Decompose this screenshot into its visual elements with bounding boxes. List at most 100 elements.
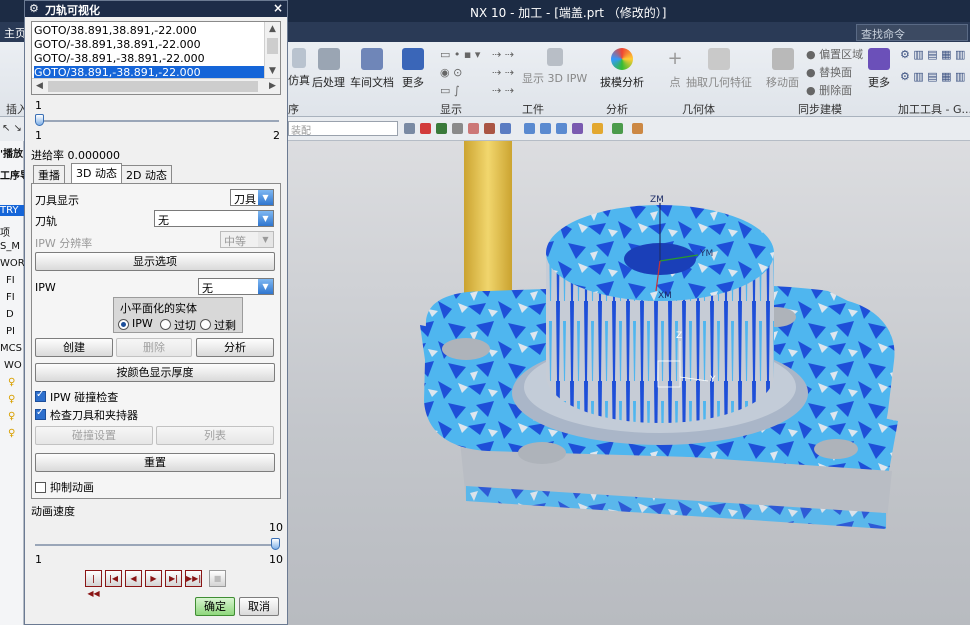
nav-item[interactable]: 项 — [0, 224, 24, 239]
select-icon[interactable] — [436, 123, 447, 134]
show-3d-ipw-button[interactable]: 显示 3D IPW — [522, 48, 587, 86]
extract-geometry-button[interactable]: 抽取几何特征 — [686, 48, 752, 90]
close-icon[interactable]: × — [272, 1, 284, 15]
operation-icon[interactable]: ♀ — [0, 377, 24, 388]
tab-3d-dynamic[interactable]: 3D 动态 — [71, 163, 122, 184]
nav-item[interactable]: FI — [0, 292, 24, 303]
step-forward-icon[interactable]: ▶| — [165, 570, 182, 587]
render-icon[interactable] — [572, 123, 583, 134]
play-reverse-icon[interactable]: ◀ — [125, 570, 142, 587]
display-options-button[interactable]: 显示选项 — [35, 252, 275, 271]
display-small-icons-2[interactable]: ◉ ⊙ — [440, 66, 462, 79]
assembly-filter-dropdown[interactable]: 装配 — [288, 121, 398, 137]
stop-icon[interactable]: ■ — [209, 570, 226, 587]
nav-item[interactable]: WOR — [0, 258, 24, 269]
step-back-icon[interactable]: |◀ — [105, 570, 122, 587]
view-icon-3[interactable] — [556, 123, 567, 134]
analyze-button[interactable]: 分析 — [196, 338, 274, 357]
radio-excess[interactable] — [200, 319, 211, 330]
operation-icon[interactable]: ♀ — [0, 394, 24, 405]
ipw-resolution-dropdown[interactable]: 中等 ▼ — [220, 231, 274, 248]
tab-replay[interactable]: 重播 — [33, 165, 65, 183]
view-icon[interactable] — [524, 123, 535, 134]
nav-item-mcs[interactable]: MCS — [0, 343, 24, 354]
animation-speed-thumb[interactable] — [271, 538, 280, 550]
reset-button[interactable]: 重置 — [35, 453, 275, 472]
nav-item[interactable]: D — [0, 309, 24, 320]
operation-icon[interactable]: ♀ — [0, 428, 24, 439]
list-item[interactable]: GOTO/-38.891,-38.891,-22.000 — [34, 52, 266, 66]
display-small-icons-3[interactable]: ▭ ∫ — [440, 84, 460, 97]
point-button[interactable]: + 点 — [664, 48, 686, 90]
layer-icon[interactable] — [592, 123, 603, 134]
list-item[interactable]: GOTO/-38.891,38.891,-22.000 — [34, 38, 266, 52]
more-button-2[interactable]: 更多 — [868, 48, 890, 90]
position-slider-track[interactable] — [35, 120, 279, 122]
draft-analysis-button[interactable]: 拔模分析 — [600, 48, 644, 90]
ipw-collision-check-checkbox[interactable] — [35, 389, 46, 402]
check-tool-holder-checkbox[interactable] — [35, 407, 46, 420]
tool-display-dropdown[interactable]: 刀具 ▼ — [230, 189, 274, 206]
tab-home[interactable]: 主页 — [4, 25, 26, 41]
machining-tool-icons[interactable]: ⚙ ▥ ▤ ▦ ▥ — [900, 48, 965, 61]
cancel-button[interactable]: 取消 — [239, 597, 279, 616]
color-by-thickness-button[interactable]: 按颜色显示厚度 — [35, 363, 275, 382]
body-icon[interactable] — [500, 123, 511, 134]
postprocess-button[interactable]: 后处理 — [312, 48, 345, 90]
gear-icon[interactable]: ⚙ — [29, 2, 39, 15]
suppress-animation-checkbox[interactable] — [35, 482, 46, 493]
replace-face-button[interactable]: ● 替换面 — [806, 64, 852, 80]
scroll-thumb[interactable] — [267, 38, 278, 54]
shop-doc-button[interactable]: 车间文档 — [350, 48, 394, 90]
ipw-dropdown[interactable]: 无 ▼ — [198, 278, 274, 295]
delete-button[interactable]: 删除 — [116, 338, 192, 357]
fast-forward-to-end-icon[interactable]: ▶▶| — [185, 570, 202, 587]
scroll-thumb-h[interactable] — [48, 81, 258, 92]
vertical-scrollbar[interactable]: ▲ ▼ — [264, 22, 280, 80]
machining-tool-icons-2[interactable]: ⚙ ▥ ▤ ▦ ▥ — [900, 70, 965, 83]
radio-gouge[interactable] — [160, 319, 171, 330]
scroll-down-icon[interactable]: ▼ — [265, 64, 280, 79]
face-icon[interactable] — [484, 123, 495, 134]
nav-item[interactable]: FI — [0, 275, 24, 286]
nav-item[interactable]: S_M — [0, 241, 24, 252]
nav-item-geometry[interactable]: TRY — [0, 205, 24, 216]
ok-button[interactable]: 确定 — [195, 597, 235, 616]
workpiece-small-icons[interactable]: ⇢ ⇢ — [492, 48, 514, 61]
filter-icon[interactable] — [404, 123, 415, 134]
radio-ipw[interactable] — [118, 319, 129, 330]
list-button[interactable]: 列表 — [156, 426, 274, 445]
position-slider-thumb[interactable] — [35, 114, 44, 126]
tab-2d-dynamic[interactable]: 2D 动态 — [121, 165, 172, 183]
toolbar-left-icons[interactable]: ↖ ↘ — [0, 117, 24, 141]
scroll-right-icon[interactable]: ▶ — [265, 79, 280, 94]
move-face-button[interactable]: 移动面 — [766, 48, 799, 90]
curve-icon[interactable] — [468, 123, 479, 134]
workpiece-small-icons-3[interactable]: ⇢ ⇢ — [492, 84, 514, 97]
list-item[interactable]: GOTO/38.891,38.891,-22.000 — [34, 24, 266, 38]
more-button-1[interactable]: 更多 — [402, 48, 424, 90]
graphics-viewport[interactable]: ZM YM XM Z Y — [288, 141, 970, 625]
nav-item-workpiece[interactable]: WO — [0, 360, 24, 371]
point-icon[interactable] — [452, 123, 463, 134]
misc-icon[interactable] — [632, 123, 643, 134]
horizontal-scrollbar[interactable]: ◀ ▶ — [32, 78, 280, 94]
operation-icon[interactable]: ♀ — [0, 411, 24, 422]
work-layer-icon[interactable] — [612, 123, 623, 134]
scroll-left-icon[interactable]: ◀ — [32, 79, 47, 94]
command-search-input[interactable]: 查找命令 — [856, 24, 968, 41]
scroll-up-icon[interactable]: ▲ — [265, 22, 280, 37]
create-button[interactable]: 创建 — [35, 338, 113, 357]
workpiece-small-icons-2[interactable]: ⇢ ⇢ — [492, 66, 514, 79]
display-small-icons[interactable]: ▭ • ▪ ▾ — [440, 48, 480, 61]
simulate-button[interactable]: 仿真 — [288, 48, 310, 88]
collision-settings-button[interactable]: 碰撞设置 — [35, 426, 153, 445]
animation-speed-track[interactable] — [35, 544, 279, 546]
view-icon-2[interactable] — [540, 123, 551, 134]
toolpath-list[interactable]: GOTO/38.891,38.891,-22.000 GOTO/-38.891,… — [31, 21, 281, 95]
offset-region-button[interactable]: ● 偏置区域 — [806, 46, 863, 62]
nav-item[interactable]: PI — [0, 326, 24, 337]
toolpath-dropdown[interactable]: 无 ▼ — [154, 210, 274, 227]
play-forward-icon[interactable]: ▶ — [145, 570, 162, 587]
rewind-to-start-icon[interactable]: |◀◀ — [85, 570, 102, 598]
